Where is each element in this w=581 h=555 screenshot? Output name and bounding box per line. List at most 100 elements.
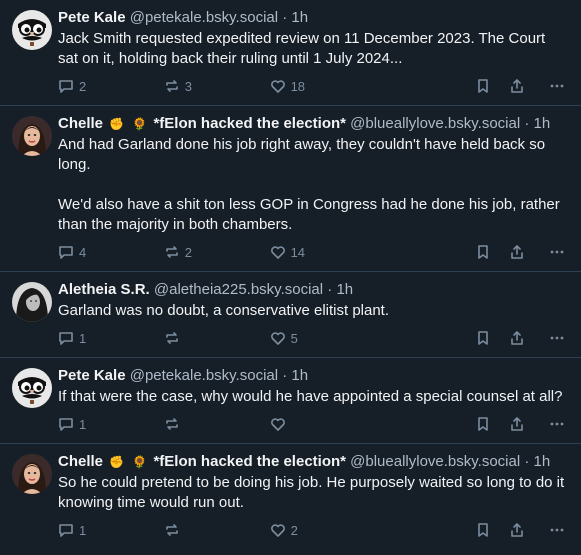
repost-button[interactable]: 3 xyxy=(164,78,270,94)
author-name-suffix[interactable]: *fElon hacked the election* xyxy=(153,453,346,470)
bookmark-icon xyxy=(478,245,488,259)
share-button[interactable] xyxy=(509,330,549,346)
share-button[interactable] xyxy=(509,416,549,432)
author-name[interactable]: Chelle xyxy=(58,115,103,132)
post[interactable]: Pete Kale @petekale.bsky.social · 1h Jac… xyxy=(0,0,581,106)
more-options-button[interactable] xyxy=(549,244,565,260)
more-horizontal-icon xyxy=(550,528,564,532)
author-name[interactable]: Pete Kale xyxy=(58,9,126,26)
post-text: So he could pretend to be doing his job.… xyxy=(58,474,569,511)
bookmark-button[interactable] xyxy=(475,522,509,538)
timestamp[interactable]: 1h xyxy=(291,367,308,384)
reply-button[interactable]: 1 xyxy=(58,330,164,346)
timestamp[interactable]: 1h xyxy=(534,115,551,132)
more-options-button[interactable] xyxy=(549,78,565,94)
reply-button[interactable]: 1 xyxy=(58,416,164,432)
more-options-button[interactable] xyxy=(549,330,565,346)
post-header: Chelle ✊ 🌻 *fElon hacked the election* @… xyxy=(58,452,565,472)
like-button[interactable] xyxy=(270,416,476,432)
timestamp[interactable]: 1h xyxy=(336,281,353,298)
bookmark-button[interactable] xyxy=(475,330,509,346)
post-text: If that were the case, why would he have… xyxy=(58,388,563,405)
thread-feed: Pete Kale @petekale.bsky.social · 1h Jac… xyxy=(0,0,581,555)
timestamp[interactable]: 1h xyxy=(291,9,308,26)
post[interactable]: Pete Kale @petekale.bsky.social · 1h If … xyxy=(0,358,581,444)
heart-icon xyxy=(270,80,285,93)
more-options-button[interactable] xyxy=(549,416,565,432)
like-count: 14 xyxy=(290,244,306,260)
repost-count: 3 xyxy=(184,78,193,94)
repost-button[interactable]: 2 xyxy=(164,244,270,260)
repost-button[interactable] xyxy=(164,330,270,346)
groucho-glasses-avatar-icon xyxy=(12,10,52,50)
reply-button[interactable]: 1 xyxy=(58,522,164,538)
separator: · xyxy=(524,453,530,470)
bookmark-button[interactable] xyxy=(475,78,509,94)
more-horizontal-icon xyxy=(550,250,564,254)
avatar[interactable] xyxy=(12,454,52,494)
repost-icon xyxy=(165,246,178,258)
post-actions: 1 2 xyxy=(58,519,565,541)
author-handle[interactable]: @blueallylove.bsky.social xyxy=(350,453,520,470)
like-count: 2 xyxy=(290,522,298,538)
post[interactable]: Chelle ✊ 🌻 *fElon hacked the election* @… xyxy=(0,106,581,272)
like-button[interactable]: 2 xyxy=(270,522,476,538)
repost-button[interactable] xyxy=(164,416,270,432)
share-button[interactable] xyxy=(509,522,549,538)
author-name[interactable]: Aletheia S.R. xyxy=(58,281,150,298)
post-text: And had Garland done his job right away,… xyxy=(58,136,560,233)
like-button[interactable]: 14 xyxy=(270,244,476,260)
heart-icon xyxy=(270,418,285,431)
bookmark-button[interactable] xyxy=(475,244,509,260)
author-handle[interactable]: @petekale.bsky.social xyxy=(130,367,278,384)
separator: · xyxy=(282,367,288,384)
heart-icon xyxy=(270,524,285,537)
share-icon xyxy=(511,245,523,259)
repost-button[interactable] xyxy=(164,522,270,538)
author-handle[interactable]: @aletheia225.bsky.social xyxy=(154,281,323,298)
author-name[interactable]: Pete Kale xyxy=(58,367,126,384)
share-icon xyxy=(511,79,523,93)
share-button[interactable] xyxy=(509,244,549,260)
post-actions: 1 5 xyxy=(58,327,565,349)
reply-icon xyxy=(59,524,73,537)
sunflower-emoji: 🌻 xyxy=(132,455,148,469)
post-header: Pete Kale @petekale.bsky.social · 1h xyxy=(58,8,565,28)
post-header: Aletheia S.R. @aletheia225.bsky.social ·… xyxy=(58,280,565,300)
share-icon xyxy=(511,417,523,431)
reply-icon xyxy=(59,246,73,259)
reply-button[interactable]: 2 xyxy=(58,78,164,94)
fist-emoji: ✊ xyxy=(109,455,125,469)
more-options-button[interactable] xyxy=(549,522,565,538)
avatar[interactable] xyxy=(12,282,52,322)
reply-button[interactable]: 4 xyxy=(58,244,164,260)
timestamp[interactable]: 1h xyxy=(534,453,551,470)
share-icon xyxy=(511,331,523,345)
avatar[interactable] xyxy=(12,368,52,408)
sunflower-emoji: 🌻 xyxy=(132,117,148,131)
repost-icon xyxy=(165,524,178,536)
author-name[interactable]: Chelle xyxy=(58,453,103,470)
post[interactable]: Chelle ✊ 🌻 *fElon hacked the election* @… xyxy=(0,444,581,549)
bookmark-button[interactable] xyxy=(475,416,509,432)
avatar[interactable] xyxy=(12,10,52,50)
author-name-suffix[interactable]: *fElon hacked the election* xyxy=(153,115,346,132)
more-horizontal-icon xyxy=(550,336,564,340)
reply-icon xyxy=(59,80,73,93)
post-header: Pete Kale @petekale.bsky.social · 1h xyxy=(58,366,565,386)
bookmark-icon xyxy=(478,331,488,345)
bw-portrait-avatar-icon xyxy=(12,282,52,322)
like-button[interactable]: 18 xyxy=(270,78,476,94)
avatar[interactable] xyxy=(12,116,52,156)
like-button[interactable]: 5 xyxy=(270,330,476,346)
woman-portrait-avatar-icon xyxy=(12,116,52,156)
post-text: Jack Smith requested expedited review on… xyxy=(58,30,550,67)
share-button[interactable] xyxy=(509,78,549,94)
reply-count: 4 xyxy=(79,244,87,260)
post[interactable]: Aletheia S.R. @aletheia225.bsky.social ·… xyxy=(0,272,581,358)
author-handle[interactable]: @blueallylove.bsky.social xyxy=(350,115,520,132)
repost-icon xyxy=(165,80,178,92)
author-handle[interactable]: @petekale.bsky.social xyxy=(130,9,278,26)
reply-icon xyxy=(59,418,73,431)
more-horizontal-icon xyxy=(550,84,564,88)
